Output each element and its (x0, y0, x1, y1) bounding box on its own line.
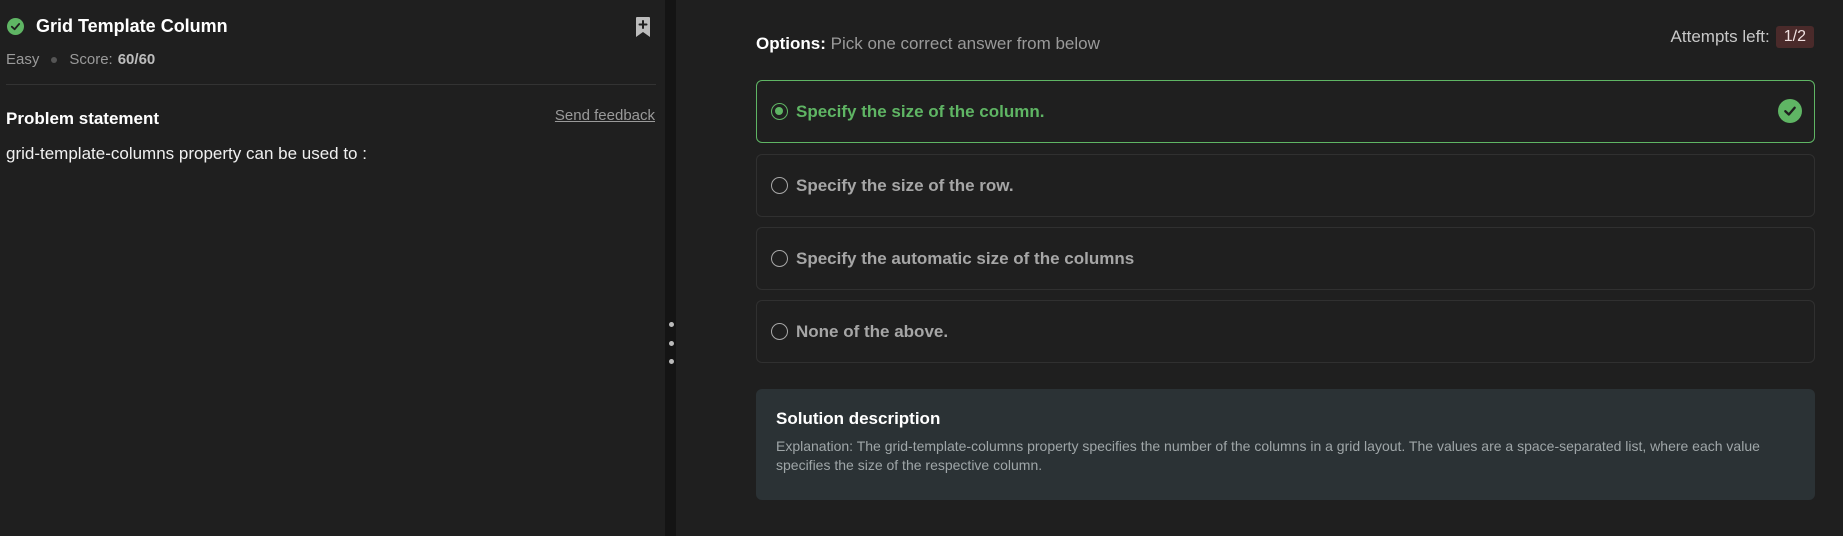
radio-icon[interactable] (771, 177, 788, 194)
score-value: 60/60 (117, 51, 156, 68)
divider (6, 84, 656, 85)
option-2[interactable]: Specify the size of the row. (756, 154, 1815, 217)
radio-icon[interactable] (771, 250, 788, 267)
problem-meta: Easy Score: 60/60 (6, 51, 155, 68)
problem-statement: grid-template-columns property can be us… (6, 144, 367, 163)
option-label: Specify the automatic size of the column… (796, 248, 1135, 268)
solution-box: Solution description Explanation: The gr… (756, 389, 1815, 500)
attempts-label: Attempts left: (1670, 27, 1770, 46)
option-label: None of the above. (796, 321, 949, 341)
options-instruction: Pick one correct answer from below (830, 34, 1100, 53)
option-label: Specify the size of the row. (796, 175, 1014, 195)
option-label: Specify the size of the column. (796, 101, 1045, 121)
correct-check-icon (1778, 99, 1802, 123)
solution-text: Explanation: The grid-template-columns p… (776, 438, 1760, 473)
attempts-badge: 1/2 (1775, 26, 1814, 48)
solved-check-icon (7, 18, 24, 35)
option-4[interactable]: None of the above. (756, 300, 1815, 363)
problem-title: Grid Template Column (36, 16, 228, 36)
solution-title: Solution description (776, 409, 941, 428)
statement-title: Problem statement (6, 109, 160, 128)
options-label-bold: Options: (756, 34, 826, 53)
panel-splitter[interactable] (665, 0, 676, 536)
problem-title-row: Grid Template Column (7, 16, 228, 37)
options-header: Options: Pick one correct answer from be… (756, 34, 1100, 54)
radio-icon[interactable] (771, 323, 788, 340)
bookmark-add-icon[interactable] (633, 16, 653, 38)
option-3[interactable]: Specify the automatic size of the column… (756, 227, 1815, 290)
radio-selected-icon[interactable] (771, 103, 788, 120)
problem-panel: Grid Template Column Easy Score: 60/60 P… (0, 0, 665, 536)
attempts-left: Attempts left: 1/2 (1671, 26, 1814, 48)
send-feedback-link[interactable]: Send feedback (555, 107, 655, 124)
difficulty-label: Easy (6, 51, 40, 68)
score-label: Score: (69, 51, 113, 68)
separator-dot (51, 56, 58, 63)
drag-handle-icon[interactable] (668, 322, 674, 364)
answer-panel: Options: Pick one correct answer from be… (676, 0, 1843, 536)
option-1[interactable]: Specify the size of the column. (756, 80, 1815, 143)
